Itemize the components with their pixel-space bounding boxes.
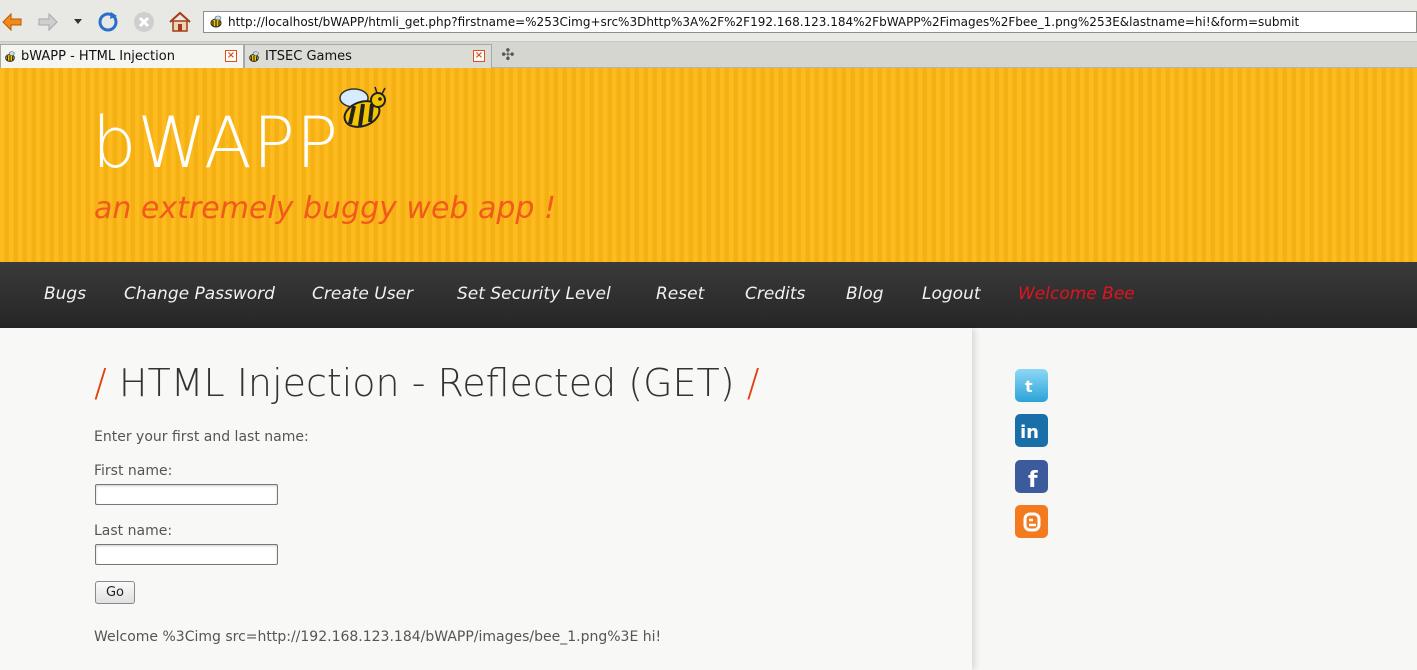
site-favicon-icon [210, 15, 222, 28]
last-name-label: Last name: [94, 523, 173, 539]
bee-favicon-icon [249, 50, 259, 62]
back-icon[interactable] [0, 10, 24, 34]
svg-text:t: t [1025, 377, 1033, 395]
nav-blog[interactable]: Blog [846, 284, 884, 304]
form-intro: Enter your first and last name: [94, 429, 309, 445]
browser-toolbar: http://localhost/bWAPP/htmli_get.php?fir… [0, 0, 1417, 42]
tab-label: ITSEC Games [265, 49, 352, 64]
main-content: / HTML Injection - Reflected (GET) / Ent… [0, 328, 972, 670]
first-name-input[interactable] [95, 484, 278, 505]
reload-icon[interactable] [96, 10, 120, 34]
url-text: http://localhost/bWAPP/htmli_get.php?fir… [228, 15, 1300, 29]
facebook-icon[interactable]: f [1015, 460, 1048, 493]
tab-itsec-games[interactable]: ITSEC Games × [244, 44, 492, 68]
twitter-icon[interactable]: t [1015, 369, 1048, 402]
nav-change-password[interactable]: Change Password [124, 284, 275, 304]
tab-strip: bWAPP - HTML Injection × ITSEC Games × [0, 42, 1417, 68]
main-nav: Bugs Change Password Create User Set Sec… [0, 262, 1417, 328]
title-slash-right: / [746, 361, 760, 405]
page-title: / HTML Injection - Reflected (GET) / [94, 361, 760, 405]
site-logo[interactable]: bWAPP [92, 108, 339, 178]
site-header: bWAPP an extremely buggy web app ! [0, 68, 1417, 263]
page-title-text: HTML Injection - Reflected (GET) [118, 361, 735, 405]
svg-text:f: f [1028, 468, 1038, 489]
nav-bugs[interactable]: Bugs [44, 284, 86, 304]
nav-create-user[interactable]: Create User [312, 284, 413, 304]
close-tab-icon[interactable]: × [473, 50, 485, 62]
url-bar[interactable]: http://localhost/bWAPP/htmli_get.php?fir… [203, 11, 1417, 33]
tab-bwapp[interactable]: bWAPP - HTML Injection × [0, 44, 244, 68]
blogger-icon[interactable] [1015, 505, 1048, 538]
tab-label: bWAPP - HTML Injection [21, 49, 175, 64]
svg-text:in: in [1020, 422, 1039, 442]
history-dropdown-icon[interactable] [66, 10, 90, 34]
nav-welcome: Welcome Bee [1018, 284, 1135, 304]
nav-reset[interactable]: Reset [656, 284, 704, 304]
nav-logout[interactable]: Logout [922, 284, 981, 304]
nav-set-security-level[interactable]: Set Security Level [457, 284, 611, 304]
welcome-result-text: Welcome %3Cimg src=http://192.168.123.18… [94, 629, 662, 645]
forward-icon[interactable] [36, 10, 60, 34]
new-tab-icon[interactable]: ✣ [500, 47, 516, 63]
first-name-label: First name: [94, 463, 173, 479]
bee-favicon-icon [5, 50, 15, 62]
linkedin-icon[interactable]: in [1015, 414, 1048, 447]
last-name-input[interactable] [95, 544, 278, 565]
close-tab-icon[interactable]: × [225, 50, 237, 62]
nav-credits[interactable]: Credits [745, 284, 805, 304]
title-slash-left: / [94, 361, 107, 405]
go-button[interactable]: Go [95, 581, 135, 604]
site-tagline: an extremely buggy web app ! [94, 191, 557, 226]
home-icon[interactable] [168, 10, 192, 34]
stop-icon[interactable] [132, 10, 156, 34]
bee-logo-icon [339, 86, 386, 128]
